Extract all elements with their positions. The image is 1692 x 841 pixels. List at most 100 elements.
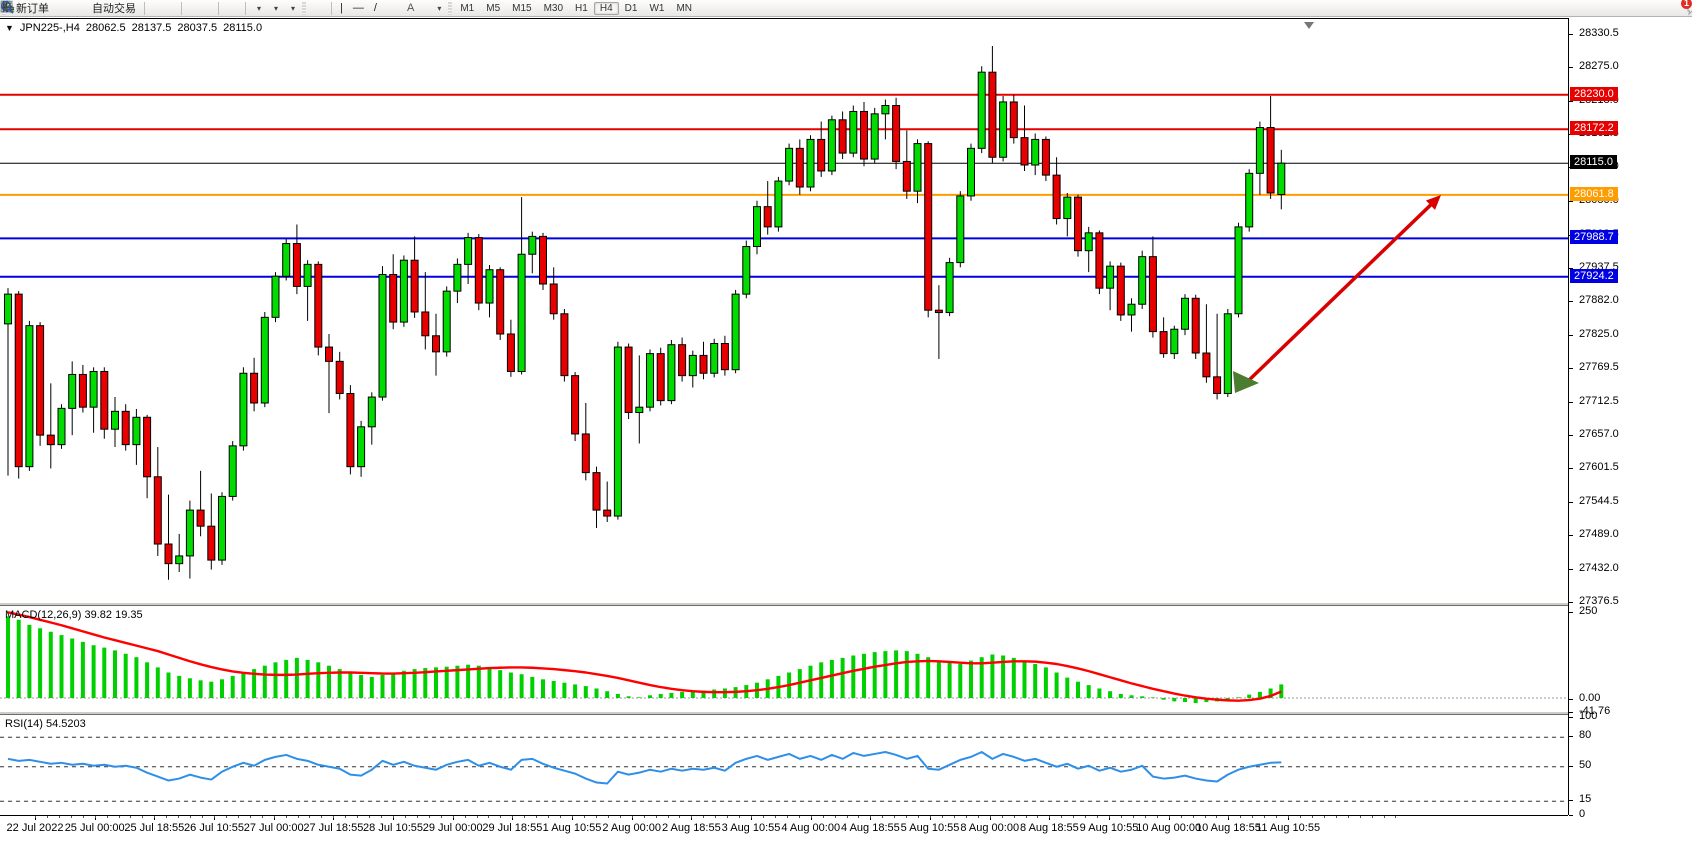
timeframe-m5-button[interactable]: M5 [480, 2, 506, 15]
bear-candle [475, 238, 482, 303]
time-axis-minor-tick [799, 816, 800, 818]
bull-candle [1256, 128, 1263, 174]
time-axis-minor-tick [1193, 816, 1194, 818]
chart-shift-marker[interactable] [1304, 22, 1314, 29]
timeframe-w1-button[interactable]: W1 [643, 2, 670, 15]
timeframe-m1-button[interactable]: M1 [454, 2, 480, 15]
equidistant-channel-tool-button[interactable]: E [382, 1, 392, 16]
axis-tick-mark [1569, 535, 1573, 536]
bear-candle [251, 373, 258, 403]
signals-button[interactable] [74, 1, 84, 16]
toolbar-separator [181, 2, 182, 15]
candlestick-chart-type-button[interactable] [158, 1, 168, 16]
bull-candle [240, 373, 247, 446]
time-axis-minor-tick [691, 816, 692, 818]
axis-tick-mark [1569, 800, 1573, 801]
profile-button[interactable] [64, 1, 74, 16]
timeframe-d1-button[interactable]: D1 [619, 2, 644, 15]
time-axis[interactable]: 22 Jul 202225 Jul 00:0025 Jul 18:5526 Ju… [0, 815, 1568, 841]
time-axis-minor-tick [870, 816, 871, 818]
bear-candle [721, 344, 728, 370]
bull-candle [186, 510, 193, 556]
timeframe-mn-button[interactable]: MN [670, 2, 698, 15]
bull-candle [957, 196, 964, 263]
bull-candle [261, 317, 268, 403]
date-tick-label: 3 Aug 10:55 [722, 822, 781, 834]
time-axis-minor-tick [1384, 816, 1385, 818]
add-indicator-button[interactable]: ▾ [249, 1, 266, 16]
time-axis-minor-tick [333, 816, 334, 818]
time-axis-minor-tick [190, 816, 191, 818]
bear-candle [197, 510, 204, 526]
crosshair-tool-button[interactable] [318, 1, 328, 16]
bear-candle [796, 148, 803, 187]
trendline-tool-button[interactable]: / [369, 1, 382, 16]
bar-chart-type-button[interactable] [148, 1, 158, 16]
chart-shift-button[interactable] [232, 1, 242, 16]
horizontal-line-tool-button[interactable]: — [348, 1, 369, 16]
time-axis-minor-tick [644, 816, 645, 818]
date-tick-label: 29 Jul 00:00 [423, 822, 483, 834]
bull-candle [775, 181, 782, 227]
bear-candle [582, 434, 589, 473]
bull-candle [272, 276, 279, 317]
bull-candle [486, 270, 493, 303]
candlestick-chart-canvas[interactable] [0, 19, 1568, 604]
time-axis-minor-tick [369, 816, 370, 818]
dropdown-caret-icon: ▾ [274, 1, 278, 16]
time-axis-minor-tick [632, 816, 633, 818]
market-watch-button[interactable] [54, 1, 64, 16]
toolbar-grip[interactable] [448, 2, 452, 15]
time-axis-minor-tick [990, 816, 991, 818]
line-chart-type-button[interactable] [168, 1, 178, 16]
auto-scroll-button[interactable] [222, 1, 232, 16]
one-click-trading-toggle-icon[interactable]: ▼ [5, 23, 14, 33]
bull-candle [689, 355, 696, 375]
bear-candle [15, 294, 22, 467]
text-tool-button[interactable]: A [402, 1, 419, 16]
timeframe-m15-button[interactable]: M15 [506, 2, 537, 15]
dropdown-caret-icon: ▾ [257, 1, 261, 16]
autotrading-button[interactable]: 自动交易 [84, 1, 141, 16]
bear-candle [1192, 298, 1199, 353]
cursor-tool-button[interactable] [308, 1, 318, 16]
timeframe-h1-button[interactable]: H1 [569, 2, 594, 15]
time-axis-minor-tick [894, 816, 895, 818]
timeframe-h4-button[interactable]: H4 [594, 2, 619, 15]
rsi-indicator-panel[interactable]: RSI(14) 54.5203 [0, 714, 1568, 815]
arrows-tool-button[interactable]: ▾ [429, 1, 446, 16]
time-axis-minor-tick [1372, 816, 1373, 818]
bull-candle [882, 106, 889, 114]
time-axis-minor-tick [107, 816, 108, 818]
toolbar-grip[interactable] [302, 2, 306, 15]
time-axis-minor-tick [357, 816, 358, 818]
timeframe-m30-button[interactable]: M30 [538, 2, 569, 15]
bull-candle [1085, 233, 1092, 251]
templates-button[interactable]: ▾ [283, 1, 300, 16]
bear-candle [1021, 138, 1028, 165]
time-axis-minor-tick [47, 816, 48, 818]
tile-windows-button[interactable] [205, 1, 215, 16]
zoom-out-button[interactable] [195, 1, 205, 16]
time-axis-minor-tick [930, 816, 931, 818]
label-tool-button[interactable]: T [419, 1, 429, 16]
time-axis-minor-tick [1240, 816, 1241, 818]
zoom-in-button[interactable] [185, 1, 195, 16]
time-axis-minor-tick [1228, 816, 1229, 818]
bull-candle [614, 347, 621, 516]
time-axis-minor-tick [739, 816, 740, 818]
vertical-line-tool-button[interactable]: | [335, 1, 348, 16]
date-tick-label: 11 Aug 10:55 [1256, 822, 1320, 834]
time-axis-minor-tick [763, 816, 764, 818]
fibonacci-tool-button[interactable]: F [392, 1, 402, 16]
main-chart-panel[interactable]: ▼ JPN225-,H4 28062.5 28137.5 28037.5 281… [0, 18, 1568, 603]
time-axis-minor-tick [417, 816, 418, 818]
periods-button[interactable]: ▾ [266, 1, 283, 16]
macd-indicator-panel[interactable]: MACD(12,26,9) 39.82 19.35 [0, 605, 1568, 712]
price-axis[interactable]: 28330.528275.028218.028162.528107.028050… [1568, 18, 1692, 815]
time-axis-minor-tick [1157, 816, 1158, 818]
trend-arrow-line[interactable] [1246, 202, 1434, 383]
macd-chart-canvas[interactable] [0, 606, 1568, 713]
rsi-chart-canvas[interactable] [0, 715, 1568, 816]
time-axis-minor-tick [477, 816, 478, 818]
